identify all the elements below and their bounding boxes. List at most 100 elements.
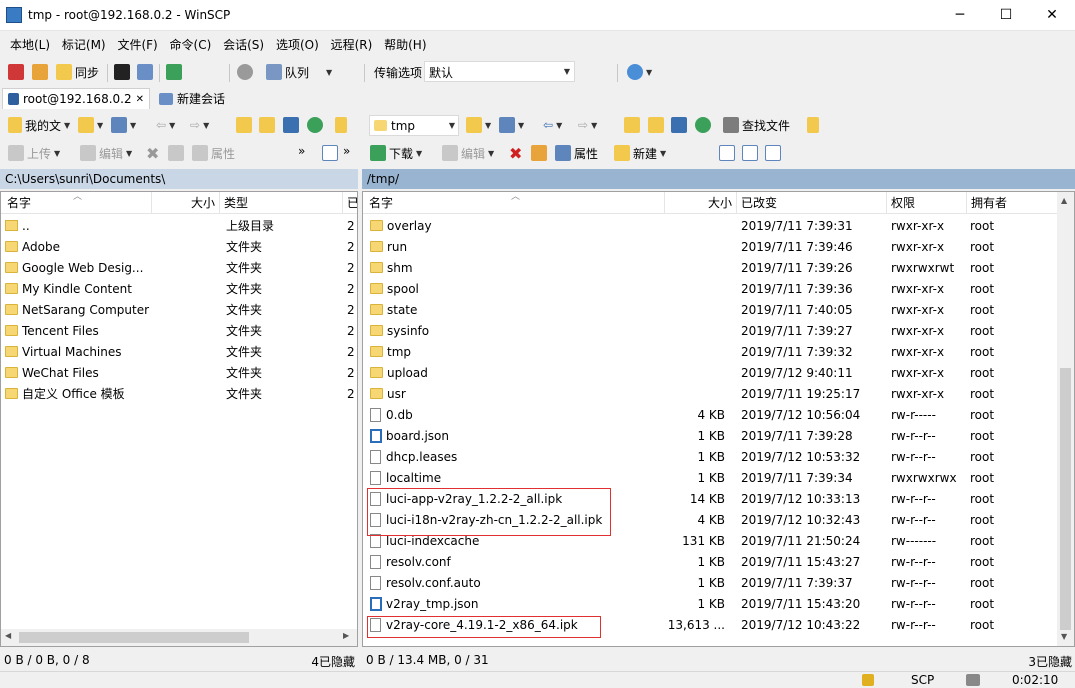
right-edit-button[interactable]: 编辑 ▼ — [442, 143, 494, 163]
maximize-button[interactable]: ☐ — [983, 0, 1029, 30]
right-unselect-button[interactable] — [742, 143, 758, 163]
menu-local[interactable]: 本地(L) — [6, 33, 54, 53]
transfer-settings[interactable]: 传输选项 — [374, 62, 422, 82]
tab-new-session[interactable]: 新建会话 — [154, 88, 230, 109]
left-refresh-button[interactable] — [307, 115, 323, 135]
left-bookmark-button[interactable] — [335, 115, 347, 135]
left-more-button[interactable]: » — [298, 141, 305, 161]
left-file-list[interactable]: 名字 ︿ 大小 类型 已 .. 上级目录 2 Adobe 文件夹 2 Google Web … — [0, 191, 358, 647]
table-row[interactable]: tmp 2019/7/11 7:39:32 rwxr-xr-x root — [363, 342, 1058, 363]
table-row[interactable]: run 2019/7/11 7:39:46 rwxr-xr-x root — [363, 237, 1058, 258]
right-file-list[interactable]: 名字 ︿ 大小 已改变 权限 拥有者 overlay 2019/7/11 7:39… — [362, 191, 1075, 647]
queue-button[interactable]: 队列 ▼ — [266, 62, 332, 82]
right-path-bar[interactable]: /tmp/ — [362, 169, 1075, 189]
compare-dirs-button[interactable] — [8, 62, 24, 82]
table-row[interactable]: Tencent Files 文件夹 2 — [1, 321, 357, 342]
scroll-down-icon[interactable]: ▼ — [1061, 632, 1067, 641]
right-open-folder-button[interactable]: ▼ — [466, 115, 491, 135]
col-type[interactable]: 类型 — [220, 192, 343, 214]
col-changed[interactable]: 已 — [343, 192, 357, 214]
left-rename-button[interactable] — [168, 143, 184, 163]
table-row[interactable]: resolv.conf.auto 1 KB 2019/7/11 7:39:37 rw-… — [363, 573, 1058, 594]
left-filter-button[interactable]: ▼ — [111, 115, 136, 135]
table-row[interactable]: spool 2019/7/11 7:39:36 rwxr-xr-x root — [363, 279, 1058, 300]
table-row[interactable]: usr 2019/7/11 19:25:17 rwxr-xr-x root — [363, 384, 1058, 405]
right-filter-select-button[interactable] — [765, 143, 781, 163]
preferences-button[interactable] — [237, 62, 253, 82]
scroll-up-icon[interactable]: ▲ — [1061, 196, 1067, 205]
left-edit-button[interactable]: 编辑 ▼ — [80, 143, 132, 163]
table-row[interactable]: dhcp.leases 1 KB 2019/7/12 10:53:32 rw-r--r… — [363, 447, 1058, 468]
menu-remote[interactable]: 远程(R) — [327, 33, 377, 53]
right-properties-button[interactable]: 属性 — [555, 143, 598, 163]
left-home-button[interactable] — [283, 115, 299, 135]
right-back-button[interactable]: ⇦ ▼ — [543, 115, 562, 135]
new-window-button[interactable] — [166, 62, 182, 82]
table-row[interactable]: NetSarang Computer 文件夹 2 — [1, 300, 357, 321]
table-row[interactable]: resolv.conf 1 KB 2019/7/11 15:43:27 rw-r--r… — [363, 552, 1058, 573]
col-size[interactable]: 大小 — [152, 192, 220, 214]
right-home-button[interactable] — [671, 115, 687, 135]
menu-options[interactable]: 选项(O) — [272, 33, 323, 53]
table-row[interactable]: Google Web Desig... 文件夹 2 — [1, 258, 357, 279]
find-files-button[interactable]: 查找文件 — [723, 115, 790, 135]
table-row[interactable]: Adobe 文件夹 2 — [1, 237, 357, 258]
table-row[interactable]: upload 2019/7/12 9:40:11 rwxr-xr-x root — [363, 363, 1058, 384]
right-v-scrollbar[interactable]: ▲ ▼ — [1057, 192, 1074, 646]
left-forward-button[interactable]: ⇨ ▼ — [190, 115, 209, 135]
col-owner[interactable]: 拥有者 — [967, 192, 1058, 214]
close-button[interactable]: ✕ — [1029, 0, 1075, 30]
terminal-button[interactable] — [114, 62, 130, 82]
transfer-preset-select[interactable]: 默认 ▼ — [424, 61, 575, 82]
download-button[interactable]: 下载 ▼ — [370, 143, 422, 163]
tab-session[interactable]: root@192.168.0.2 ✕ — [2, 88, 150, 109]
right-select-button[interactable] — [719, 143, 735, 163]
scroll-thumb[interactable] — [19, 632, 249, 643]
col-rights[interactable]: 权限 — [887, 192, 967, 214]
table-row[interactable]: My Kindle Content 文件夹 2 — [1, 279, 357, 300]
table-row[interactable]: sysinfo 2019/7/11 7:39:27 rwxr-xr-x root — [363, 321, 1058, 342]
left-parent-dir-button[interactable] — [236, 115, 252, 135]
col-changed[interactable]: 已改变 — [737, 192, 887, 214]
scroll-right-icon[interactable]: ▶ — [343, 631, 349, 640]
right-delete-button[interactable]: ✖ — [509, 143, 522, 163]
left-root-dir-button[interactable] — [259, 115, 275, 135]
table-row[interactable]: v2ray_tmp.json 1 KB 2019/7/11 15:43:20 rw-r… — [363, 594, 1058, 615]
scroll-left-icon[interactable]: ◀ — [5, 631, 11, 640]
menu-session[interactable]: 会话(S) — [219, 33, 268, 53]
menu-commands[interactable]: 命令(C) — [166, 33, 216, 53]
right-new-button[interactable]: 新建 ▼ — [614, 143, 666, 163]
right-location-select[interactable]: tmp ▼ — [369, 115, 459, 136]
menu-mark[interactable]: 标记(M) — [58, 33, 110, 53]
synchronize-button[interactable]: 同步 — [56, 62, 99, 82]
menu-help[interactable]: 帮助(H) — [380, 33, 430, 53]
table-row[interactable]: shm 2019/7/11 7:39:26 rwxrwxrwt root — [363, 258, 1058, 279]
right-parent-dir-button[interactable] — [624, 115, 640, 135]
right-forward-button[interactable]: ⇨ ▼ — [578, 115, 597, 135]
right-filter-button[interactable]: ▼ — [499, 115, 524, 135]
left-open-folder-button[interactable]: ▼ — [78, 115, 103, 135]
left-delete-button[interactable]: ✖ — [146, 143, 159, 163]
right-hidden-count[interactable]: 3已隐藏 — [1028, 653, 1072, 670]
table-row[interactable]: 自定义 Office 模板 文件夹 2 — [1, 384, 357, 405]
table-row[interactable]: 0.db 4 KB 2019/7/12 10:56:04 rw-r----- root — [363, 405, 1058, 426]
table-row[interactable]: WeChat Files 文件夹 2 — [1, 363, 357, 384]
table-row[interactable]: Virtual Machines 文件夹 2 — [1, 342, 357, 363]
table-row[interactable]: .. 上级目录 2 — [1, 216, 357, 237]
table-row[interactable]: state 2019/7/11 7:40:05 rwxr-xr-x root — [363, 300, 1058, 321]
putty-button[interactable] — [137, 62, 153, 82]
col-size[interactable]: 大小 — [665, 192, 737, 214]
left-hidden-count[interactable]: 4已隐藏 — [311, 653, 355, 670]
menu-file[interactable]: 文件(F) — [113, 33, 161, 53]
right-root-dir-button[interactable] — [648, 115, 664, 135]
table-row[interactable]: localtime 1 KB 2019/7/11 7:39:34 rwxrwxrwx r… — [363, 468, 1058, 489]
left-properties-button[interactable]: 属性 — [192, 143, 235, 163]
right-refresh-button[interactable] — [695, 115, 711, 135]
left-h-scrollbar[interactable]: ◀ ▶ — [1, 629, 357, 646]
table-row[interactable]: board.json 1 KB 2019/7/11 7:39:28 rw-r--r--… — [363, 426, 1058, 447]
right-bookmark-button[interactable] — [807, 115, 819, 135]
upload-button[interactable]: 上传 ▼ — [8, 143, 60, 163]
left-path-bar[interactable]: C:\Users\sunri\Documents\ — [0, 169, 358, 189]
global-button[interactable]: ▼ — [627, 62, 652, 82]
left-new-button[interactable] — [322, 143, 338, 163]
